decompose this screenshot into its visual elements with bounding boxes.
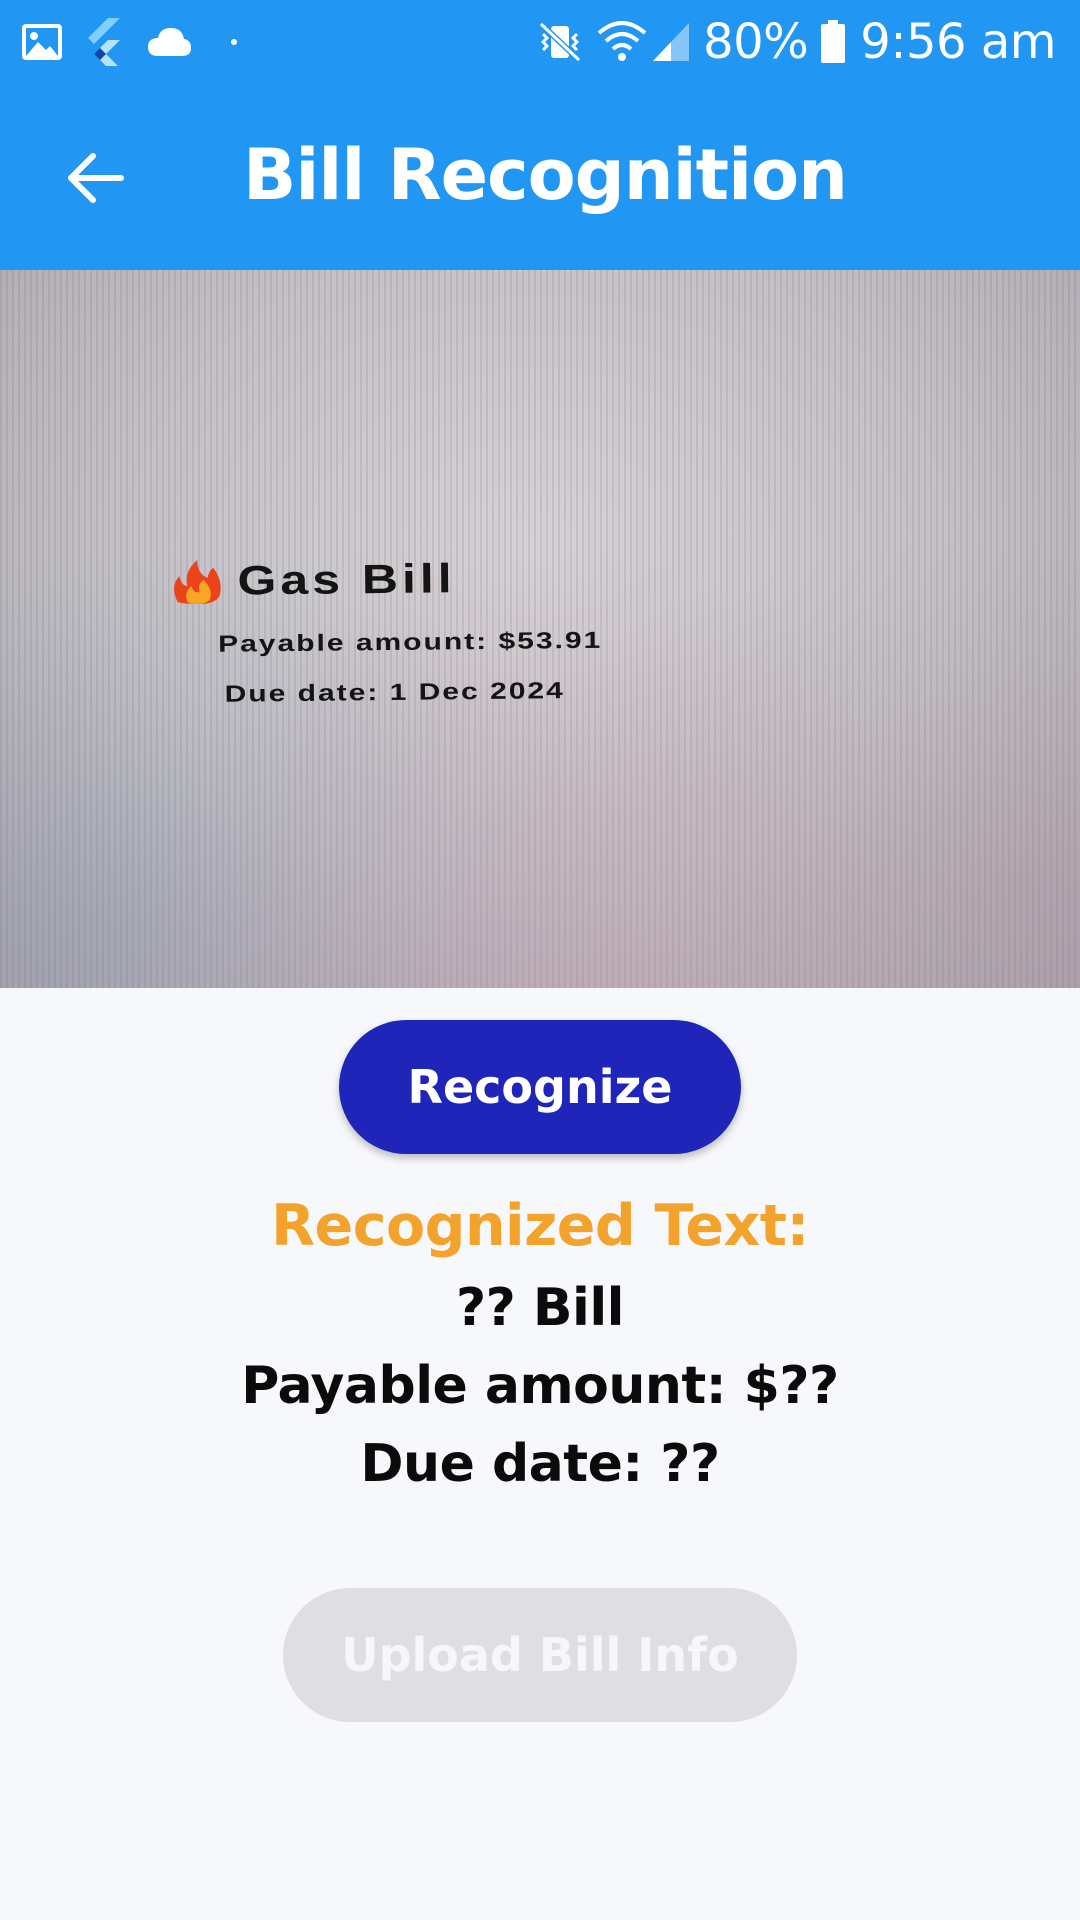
battery-percentage: 80% xyxy=(703,14,809,70)
status-bar-right-icons: 80% 9:56 am xyxy=(537,10,1056,74)
recognized-payable-amount: Payable amount: $?? xyxy=(241,1356,839,1416)
cloud-icon xyxy=(146,26,192,58)
status-bar: 80% 9:56 am xyxy=(0,0,1080,85)
dot-icon xyxy=(230,38,238,46)
arrow-left-icon xyxy=(65,151,125,210)
recognize-button[interactable]: Recognize xyxy=(339,1020,741,1154)
bill-photo: Gas Bill Payable amount: $53.91 Due date… xyxy=(0,270,1080,988)
bill-photo-title-row: Gas Bill xyxy=(169,548,602,611)
recognized-text-heading: Recognized Text: xyxy=(271,1193,809,1259)
recognized-bill-type: ?? Bill xyxy=(455,1278,625,1338)
page-title: Bill Recognition xyxy=(243,134,848,216)
fire-icon xyxy=(169,556,234,607)
bill-photo-due-date: Due date: 1 Dec 2024 xyxy=(224,677,565,708)
clock: 9:56 am xyxy=(860,14,1056,70)
bill-photo-text: Gas Bill Payable amount: $53.91 Due date… xyxy=(169,548,603,713)
battery-icon xyxy=(820,20,846,64)
back-button[interactable] xyxy=(50,135,140,225)
flutter-icon xyxy=(84,18,124,66)
recognize-button-label: Recognize xyxy=(407,1060,673,1114)
upload-bill-info-button[interactable]: Upload Bill Info xyxy=(283,1588,797,1722)
upload-bill-info-label: Upload Bill Info xyxy=(341,1628,739,1682)
bill-photo-amount: Payable amount: $53.91 xyxy=(218,627,603,658)
wifi-icon xyxy=(597,21,647,63)
signal-icon xyxy=(651,21,691,63)
vibrate-mute-icon xyxy=(537,20,583,64)
image-icon xyxy=(20,22,64,62)
recognized-due-date: Due date: ?? xyxy=(360,1434,720,1494)
bill-photo-title: Gas Bill xyxy=(237,555,456,604)
app-bar: Bill Recognition xyxy=(0,85,1080,270)
status-bar-left-icons xyxy=(20,18,238,66)
